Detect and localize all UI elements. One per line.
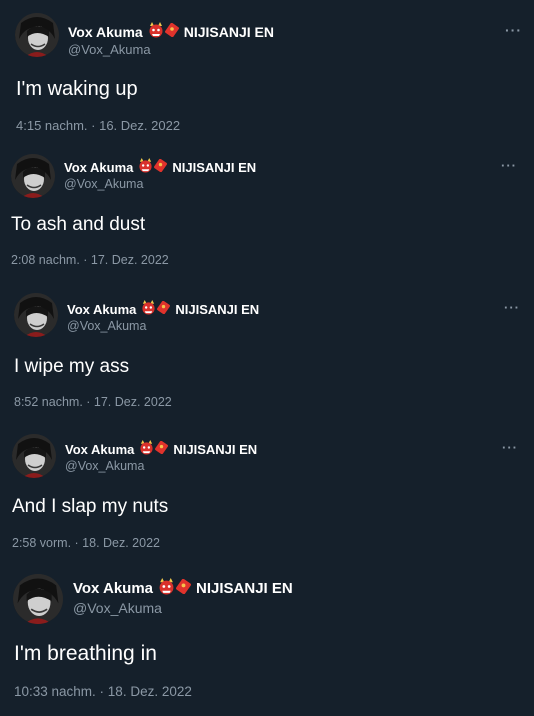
tweet-text: To ash and dust — [11, 214, 146, 235]
more-options-icon[interactable]: ··· — [504, 300, 520, 315]
display-name[interactable]: Vox Akuma — [73, 580, 153, 598]
user-handle[interactable]: @Vox_Akuma — [65, 459, 257, 474]
oni-emoji-icon — [138, 158, 153, 177]
affiliation-label: NIJISANJI EN — [196, 580, 293, 597]
user-handle[interactable]: @Vox_Akuma — [73, 600, 293, 617]
tweet-timestamp[interactable]: 8:52 nachm. · 17. Dez. 2022 — [14, 395, 172, 409]
display-name[interactable]: Vox Akuma — [67, 302, 136, 318]
tweet-text: And I slap my nuts — [12, 496, 169, 517]
tweet-text: I'm breathing in — [14, 642, 157, 665]
tweet-timestamp[interactable]: 10:33 nachm. · 18. Dez. 2022 — [14, 684, 192, 699]
red-envelope-icon — [154, 158, 168, 176]
tweet-card[interactable]: Vox Akuma NIJISANJI EN @Vox_Akuma ··· I'… — [0, 566, 534, 716]
more-options-icon[interactable]: ··· — [501, 158, 517, 173]
avatar[interactable] — [11, 154, 55, 198]
red-envelope-icon — [176, 578, 191, 599]
tweet-card[interactable]: Vox Akuma NIJISANJI EN @Vox_Akuma ··· I … — [0, 284, 534, 424]
display-name[interactable]: Vox Akuma — [64, 160, 133, 176]
tweet-text: I'm waking up — [16, 78, 138, 100]
oni-emoji-icon — [158, 578, 175, 600]
more-options-icon[interactable]: ··· — [502, 440, 518, 455]
red-envelope-icon — [157, 300, 171, 318]
affiliation-label: NIJISANJI EN — [172, 159, 257, 175]
display-name[interactable]: Vox Akuma — [68, 24, 143, 41]
tweet-text: I wipe my ass — [14, 356, 130, 377]
tweet-timestamp[interactable]: 4:15 nachm. · 16. Dez. 2022 — [16, 118, 180, 133]
affiliation-label: NIJISANJI EN — [173, 441, 258, 457]
tweet-card[interactable]: Vox Akuma NIJISANJI EN @Vox_Akuma ··· To… — [0, 146, 534, 284]
affiliation-label: NIJISANJI EN — [183, 23, 274, 40]
user-handle[interactable]: @Vox_Akuma — [64, 177, 256, 192]
red-envelope-icon — [155, 440, 169, 458]
oni-emoji-icon — [148, 22, 164, 42]
avatar[interactable] — [15, 13, 59, 57]
red-envelope-icon — [164, 22, 179, 41]
tweet-timestamp[interactable]: 2:08 nachm. · 17. Dez. 2022 — [11, 253, 169, 267]
display-name[interactable]: Vox Akuma — [65, 442, 134, 458]
tweet-card[interactable]: Vox Akuma NIJISANJI EN @Vox_Akuma ··· An… — [0, 424, 534, 566]
avatar[interactable] — [13, 574, 63, 624]
more-options-icon[interactable]: ··· — [505, 22, 522, 38]
avatar[interactable] — [14, 293, 58, 337]
avatar[interactable] — [12, 434, 56, 478]
affiliation-label: NIJISANJI EN — [175, 301, 260, 317]
user-handle[interactable]: @Vox_Akuma — [68, 42, 274, 58]
oni-emoji-icon — [141, 300, 156, 319]
tweet-card[interactable]: Vox Akuma NIJISANJI EN @Vox_Akuma ··· I'… — [0, 0, 534, 146]
tweet-timestamp[interactable]: 2:58 vorm. · 18. Dez. 2022 — [12, 536, 160, 550]
oni-emoji-icon — [139, 440, 154, 459]
user-handle[interactable]: @Vox_Akuma — [67, 319, 259, 334]
